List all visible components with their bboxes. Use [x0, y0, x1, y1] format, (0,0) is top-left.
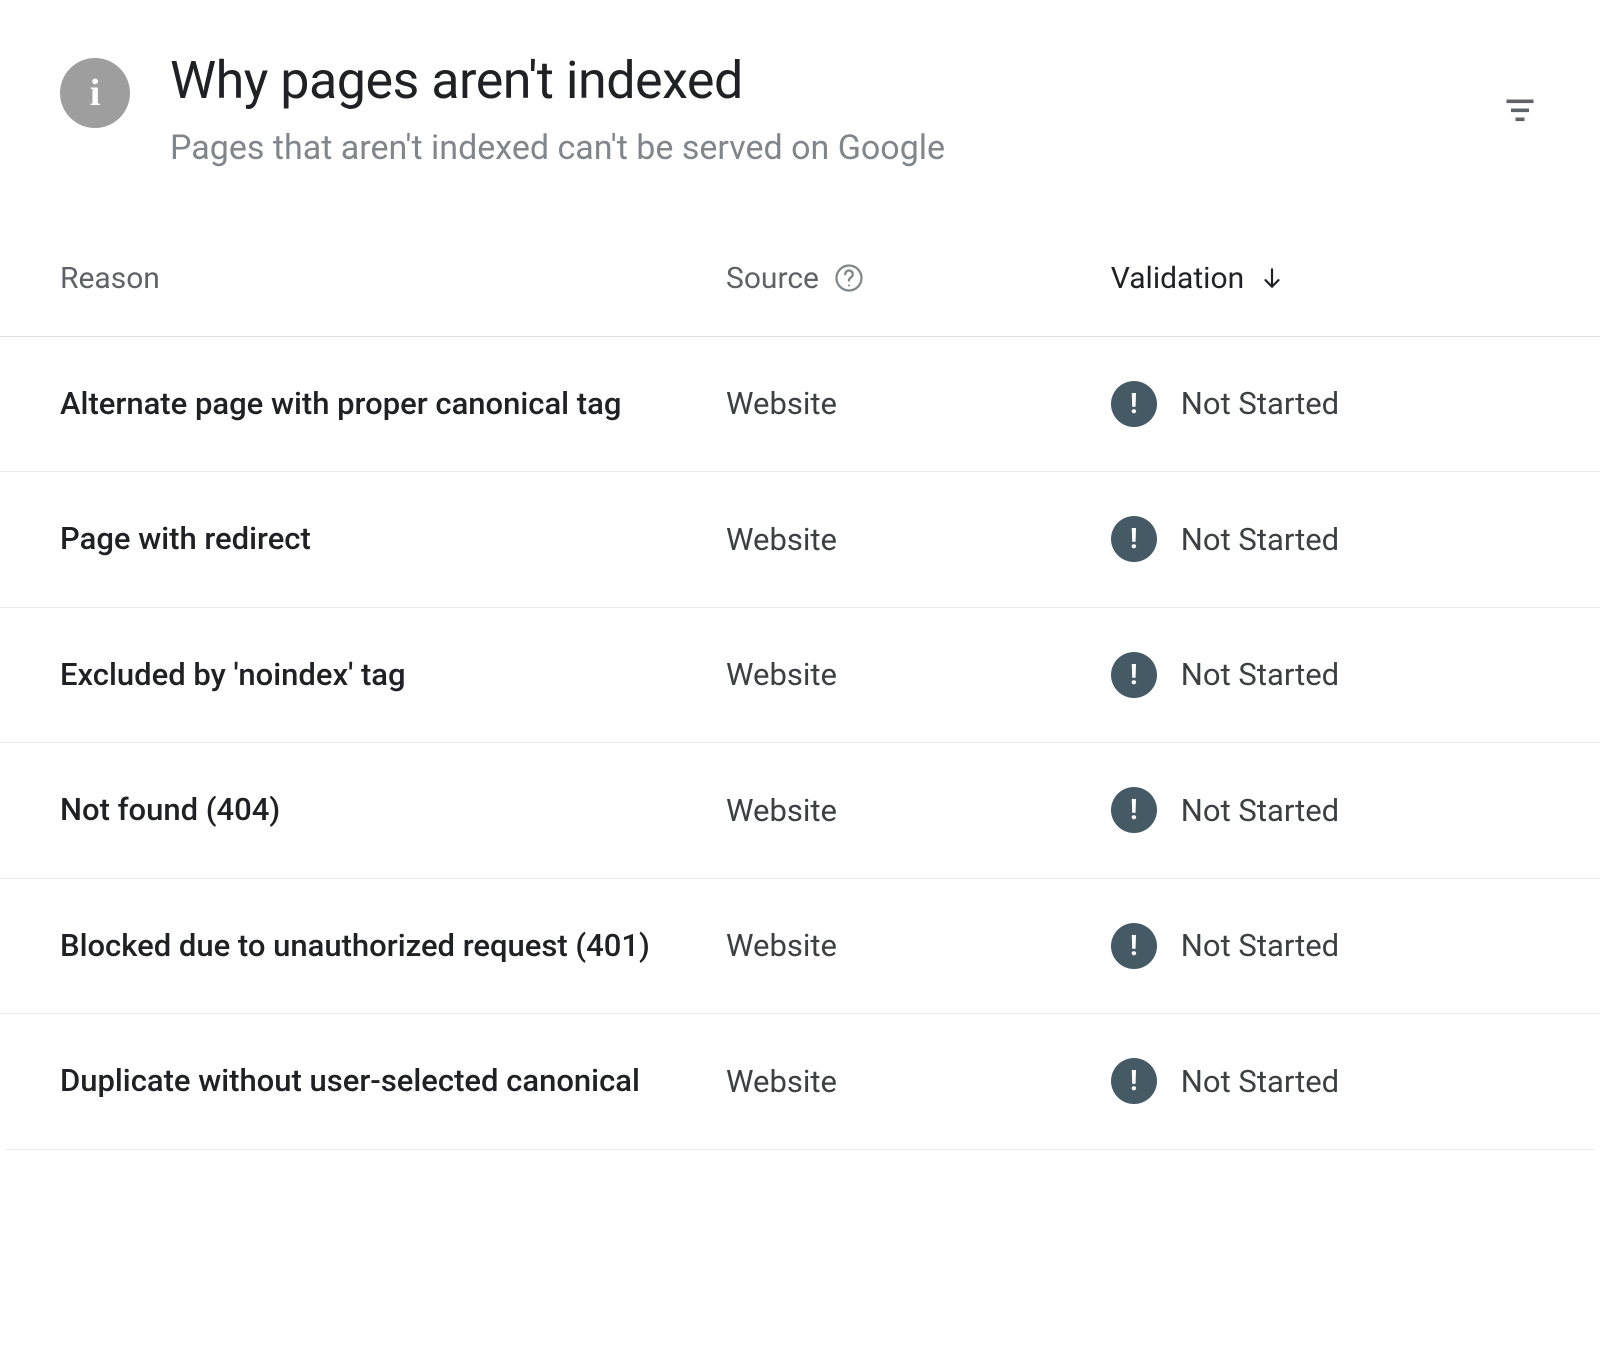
- table-row[interactable]: Blocked due to unauthorized request (401…: [0, 879, 1600, 1015]
- reason-cell: Not found (404): [60, 787, 726, 834]
- header-text: Why pages aren't indexed Pages that aren…: [170, 50, 1540, 171]
- exclamation-icon: !: [1111, 516, 1157, 562]
- table-header-row: Reason Source Validation: [0, 211, 1600, 337]
- page-subtitle: Pages that aren't indexed can't be serve…: [170, 126, 1540, 170]
- validation-cell: ! Not Started: [1111, 652, 1540, 698]
- reason-cell: Blocked due to unauthorized request (401…: [60, 923, 726, 970]
- exclamation-icon: !: [1111, 787, 1157, 833]
- exclamation-icon: !: [1111, 923, 1157, 969]
- page-title: Why pages aren't indexed: [170, 50, 1540, 112]
- source-text: Website: [726, 1063, 837, 1100]
- info-icon: i: [60, 58, 130, 128]
- source-text: Website: [726, 521, 837, 558]
- sort-descending-icon: [1258, 264, 1286, 292]
- validation-text: Not Started: [1181, 927, 1339, 964]
- source-text: Website: [726, 656, 837, 693]
- validation-text: Not Started: [1181, 385, 1339, 422]
- validation-cell: ! Not Started: [1111, 923, 1540, 969]
- column-header-validation[interactable]: Validation: [1111, 261, 1540, 296]
- table-body: Alternate page with proper canonical tag…: [0, 337, 1600, 1150]
- source-cell: Website: [726, 521, 1111, 558]
- validation-text: Not Started: [1181, 521, 1339, 558]
- validation-cell: ! Not Started: [1111, 516, 1540, 562]
- reason-text: Alternate page with proper canonical tag: [60, 381, 693, 428]
- reason-cell: Duplicate without user-selected canonica…: [60, 1058, 726, 1105]
- exclamation-icon: !: [1111, 381, 1157, 427]
- index-coverage-card: i Why pages aren't indexed Pages that ar…: [0, 0, 1600, 1150]
- source-cell: Website: [726, 656, 1111, 693]
- validation-cell: ! Not Started: [1111, 1058, 1540, 1104]
- table-row[interactable]: Excluded by 'noindex' tag Website ! Not …: [0, 608, 1600, 744]
- reason-text: Duplicate without user-selected canonica…: [60, 1058, 693, 1105]
- card-header: i Why pages aren't indexed Pages that ar…: [0, 0, 1600, 211]
- validation-text: Not Started: [1181, 1063, 1339, 1100]
- help-icon[interactable]: [833, 262, 865, 294]
- validation-text: Not Started: [1181, 656, 1339, 693]
- source-cell: Website: [726, 1063, 1111, 1100]
- table-row[interactable]: Not found (404) Website ! Not Started: [0, 743, 1600, 879]
- source-cell: Website: [726, 792, 1111, 829]
- source-cell: Website: [726, 385, 1111, 422]
- source-text: Website: [726, 792, 837, 829]
- exclamation-icon: !: [1111, 652, 1157, 698]
- source-text: Website: [726, 385, 837, 422]
- validation-cell: ! Not Started: [1111, 787, 1540, 833]
- exclamation-icon: !: [1111, 1058, 1157, 1104]
- reason-text: Not found (404): [60, 787, 693, 834]
- source-text: Website: [726, 927, 837, 964]
- reason-text: Page with redirect: [60, 516, 693, 563]
- table-row[interactable]: Alternate page with proper canonical tag…: [0, 337, 1600, 473]
- reason-cell: Excluded by 'noindex' tag: [60, 652, 726, 699]
- filter-icon[interactable]: [1500, 90, 1540, 130]
- validation-cell: ! Not Started: [1111, 381, 1540, 427]
- reason-text: Blocked due to unauthorized request (401…: [60, 923, 693, 970]
- table-row[interactable]: Page with redirect Website ! Not Started: [0, 472, 1600, 608]
- validation-text: Not Started: [1181, 792, 1339, 829]
- reason-cell: Page with redirect: [60, 516, 726, 563]
- column-header-source[interactable]: Source: [726, 261, 1111, 296]
- column-header-reason[interactable]: Reason: [60, 261, 726, 296]
- reason-cell: Alternate page with proper canonical tag: [60, 381, 726, 428]
- source-cell: Website: [726, 927, 1111, 964]
- reason-text: Excluded by 'noindex' tag: [60, 652, 693, 699]
- table-row[interactable]: Duplicate without user-selected canonica…: [0, 1014, 1600, 1150]
